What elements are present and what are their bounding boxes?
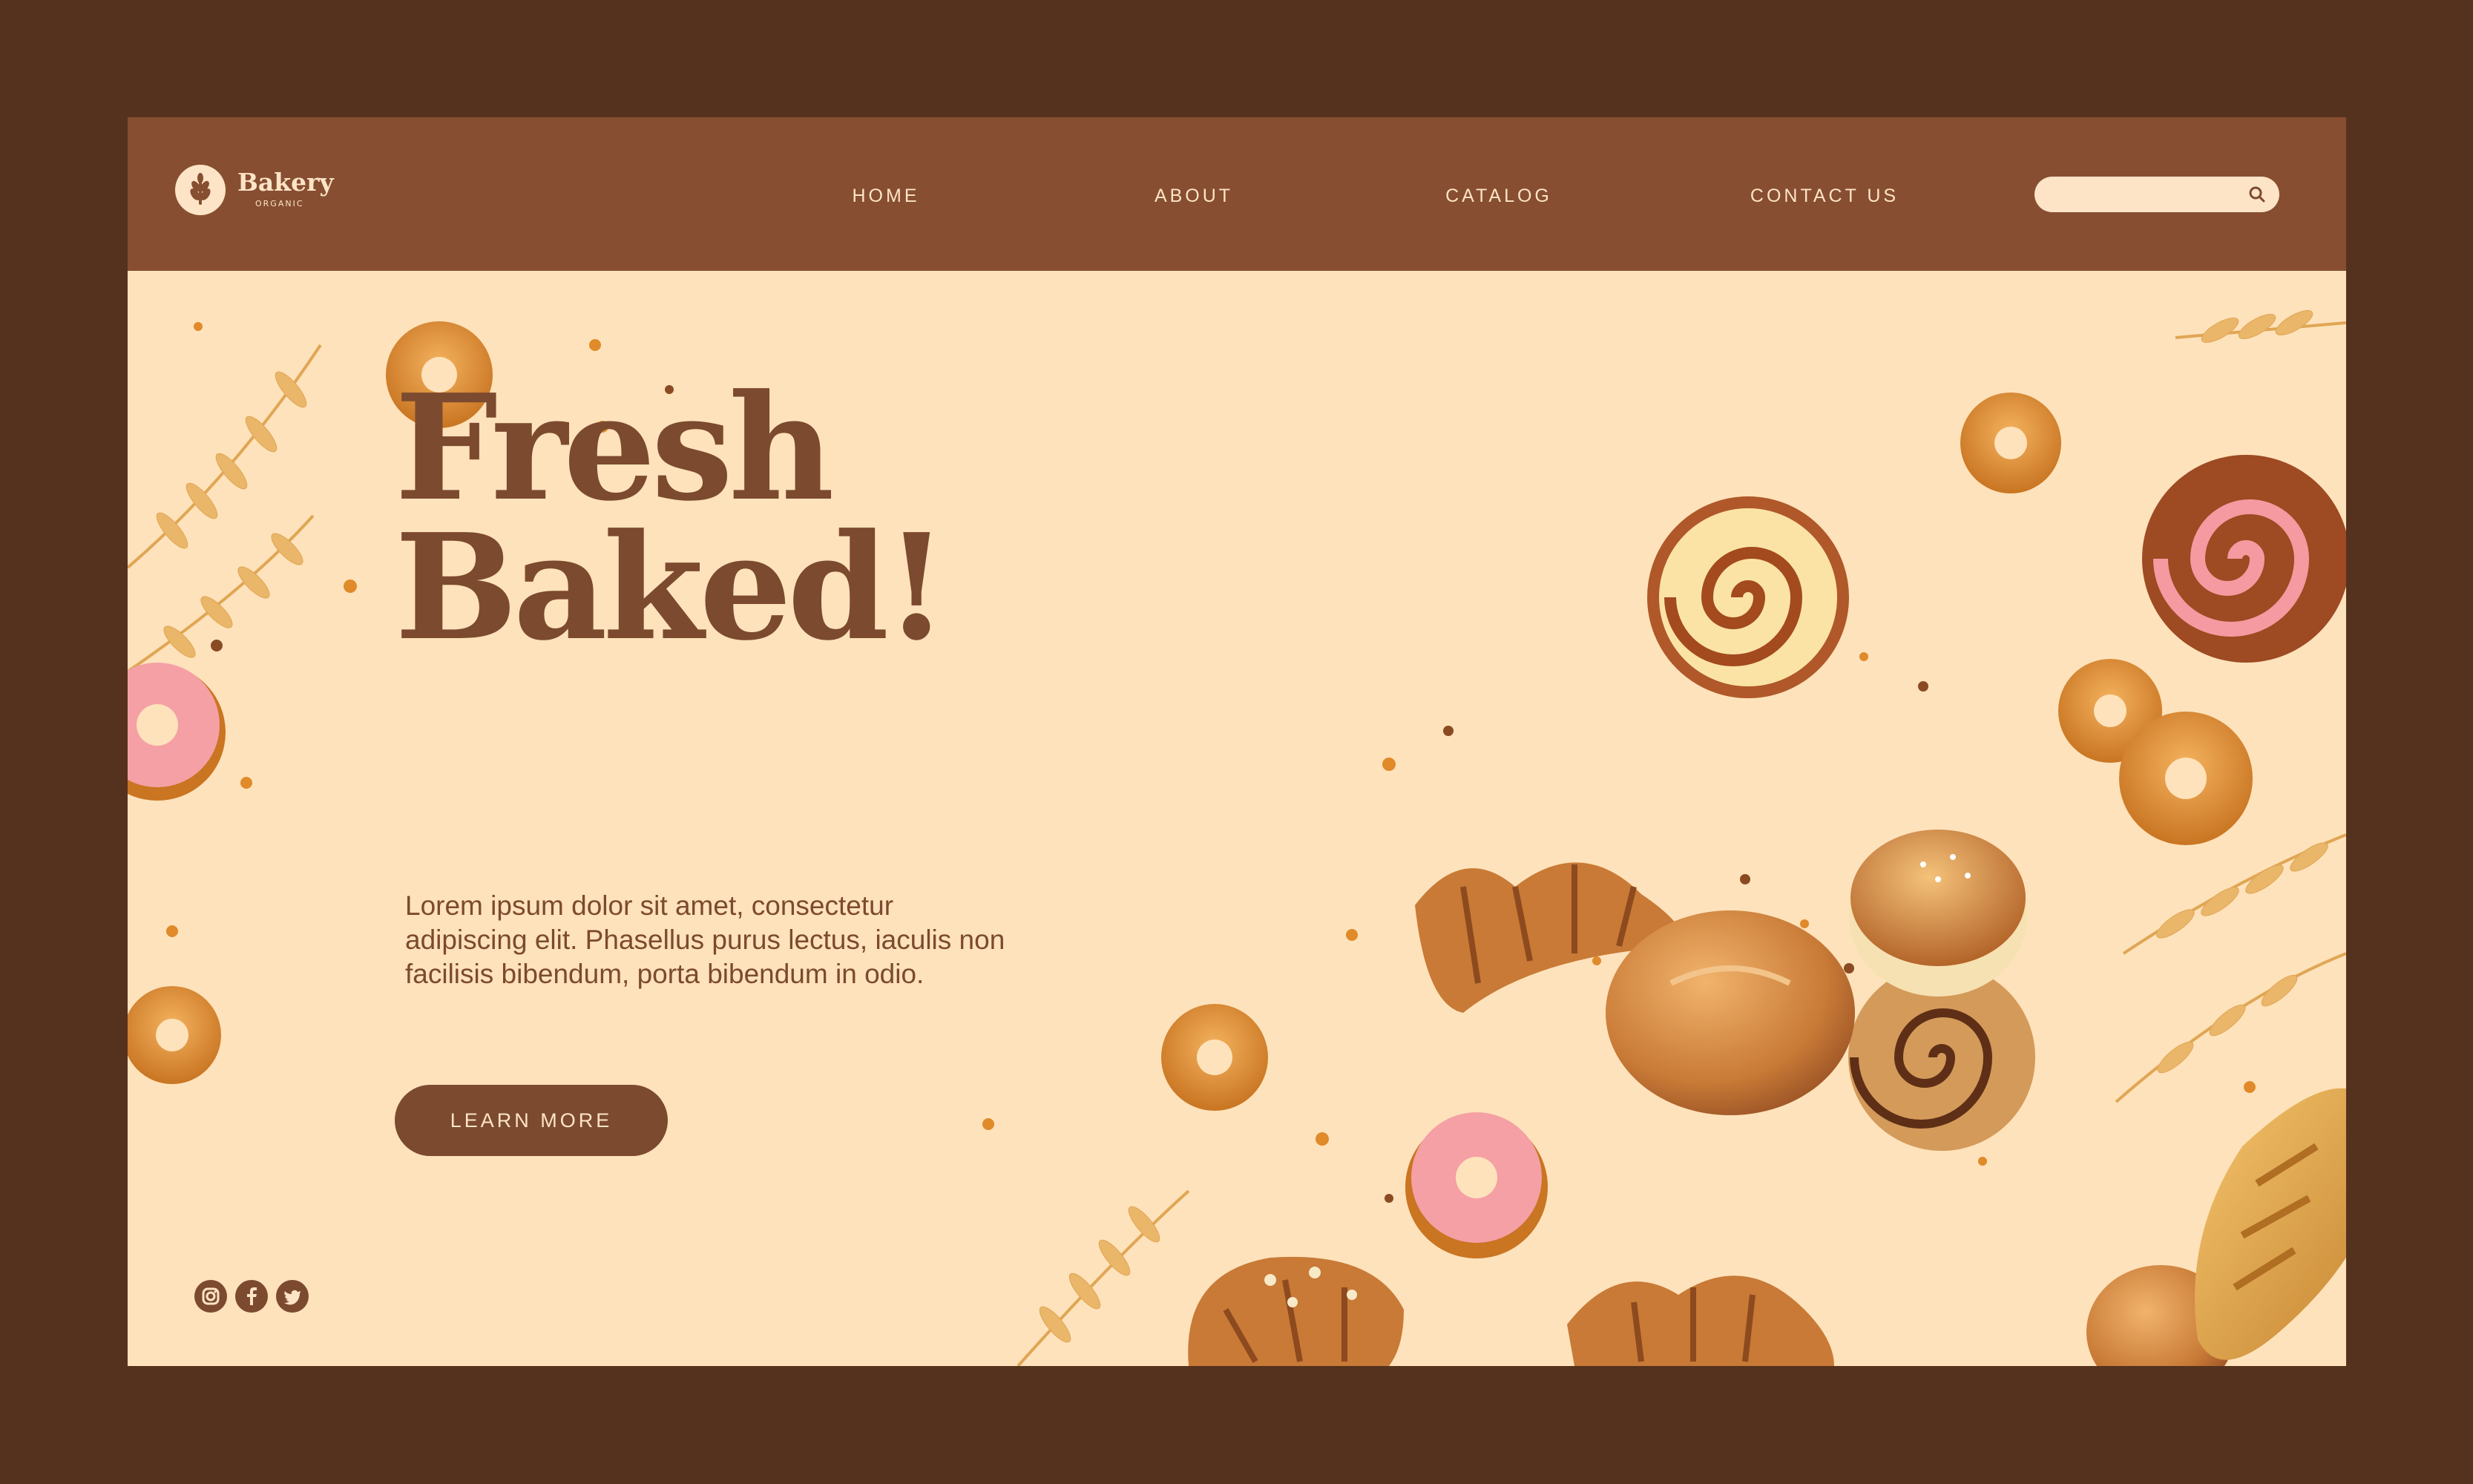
nav-about[interactable]: ABOUT <box>1155 186 1233 207</box>
nav-catalog[interactable]: CATALOG <box>1445 186 1552 207</box>
instagram-icon[interactable] <box>194 1280 227 1313</box>
hero-headline: Fresh Baked! <box>395 363 948 673</box>
headline-line-2: Baked! <box>395 502 948 673</box>
nav-contact-us[interactable]: CONTACT US <box>1750 186 1899 207</box>
baguette <box>2195 1088 2346 1360</box>
twitter-icon[interactable] <box>276 1280 309 1313</box>
search-icon[interactable] <box>2247 184 2267 205</box>
headline-line-1: Fresh <box>395 363 835 533</box>
sugar-bun <box>1849 830 2027 997</box>
nav-home[interactable]: HOME <box>853 186 920 207</box>
brand-name: Bakery <box>237 168 334 197</box>
brand-tagline: ORGANIC <box>255 199 304 209</box>
facebook-icon[interactable] <box>235 1280 268 1313</box>
hero-body-text: Lorem ipsum dolor sit amet, consectetur … <box>405 890 1005 989</box>
learn-more-button[interactable]: LEARN MORE <box>395 1085 668 1156</box>
wheat-stalk <box>1017 1189 1190 1366</box>
page-frame: Bakery ORGANIC HOME ABOUT CATALOG CONTAC… <box>128 117 2346 1366</box>
wheat-icon <box>175 165 226 215</box>
search-input[interactable] <box>2034 177 2279 212</box>
wheat-stalk <box>128 344 322 673</box>
navbar: Bakery ORGANIC HOME ABOUT CATALOG CONTAC… <box>128 117 2346 271</box>
